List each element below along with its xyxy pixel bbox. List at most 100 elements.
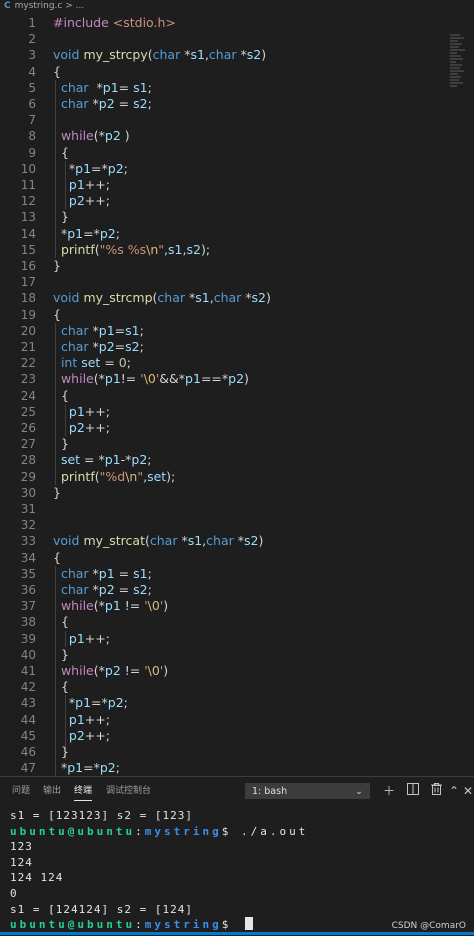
breadcrumb-file[interactable]: mystring.c bbox=[15, 1, 63, 11]
code-line[interactable]: 25 p1++; bbox=[0, 404, 474, 420]
code-line[interactable]: 1 #include <stdio.h> bbox=[0, 15, 474, 31]
panel-tab-bar: 问题 输出 终端 调试控制台 1: bash ⌄ ＋ ⌃ ✕ bbox=[0, 777, 474, 805]
code-text: *p1=*p2; bbox=[53, 695, 128, 711]
code-token: p1 bbox=[75, 160, 92, 176]
code-line[interactable]: 4{ bbox=[0, 64, 474, 80]
code-line[interactable]: 46 } bbox=[0, 744, 474, 760]
code-line[interactable]: 30} bbox=[0, 485, 474, 501]
code-token: p2 bbox=[68, 420, 85, 435]
code-line[interactable]: 32 bbox=[0, 517, 474, 533]
code-token: ) bbox=[258, 533, 264, 549]
minimap[interactable] bbox=[450, 34, 470, 94]
code-line[interactable]: 19 { bbox=[0, 307, 474, 323]
plus-icon[interactable]: ＋ bbox=[381, 783, 397, 799]
code-line[interactable]: 16} bbox=[0, 258, 474, 274]
code-line[interactable]: 36 char *p2 = s2; bbox=[0, 582, 474, 598]
code-line[interactable]: 34 { bbox=[0, 550, 474, 566]
code-token: p2 bbox=[107, 695, 124, 711]
code-text: p1++; bbox=[53, 712, 110, 728]
code-token: (* bbox=[93, 663, 105, 678]
code-token: char bbox=[213, 290, 246, 306]
code-line[interactable]: 42 { bbox=[0, 679, 474, 695]
code-line[interactable]: 7 bbox=[0, 112, 474, 128]
code-line[interactable]: 28 set = *p1-*p2; bbox=[0, 452, 474, 468]
terminal-select[interactable]: 1: bash ⌄ bbox=[245, 783, 370, 799]
tab-terminal[interactable]: 终端 bbox=[74, 777, 93, 805]
line-number: 41 bbox=[20, 664, 36, 678]
code-line[interactable]: 45 p2++; bbox=[0, 728, 474, 744]
code-line[interactable]: 6 char *p2 = s2; bbox=[0, 96, 474, 112]
code-line[interactable]: 20 char *p1=s1; bbox=[0, 323, 474, 339]
code-line[interactable]: 35 char *p1 = s1; bbox=[0, 566, 474, 582]
code-editor[interactable]: 1 #include <stdio.h> 2 3 void my_strcpy(char… bbox=[0, 12, 474, 776]
code-token: s2 bbox=[133, 96, 148, 111]
terminal-output-text: 124 124 bbox=[10, 871, 64, 885]
code-line[interactable]: 9 { bbox=[0, 145, 474, 161]
trash-icon[interactable] bbox=[428, 783, 444, 799]
breadcrumb[interactable]: Cmystring.c > ... bbox=[0, 0, 474, 12]
code-token: ) bbox=[120, 128, 130, 144]
code-token: * bbox=[53, 695, 76, 711]
code-token: p2 bbox=[104, 663, 121, 678]
code-line[interactable]: 24 { bbox=[0, 388, 474, 404]
line-number: 15 bbox=[20, 242, 36, 257]
code-line[interactable]: 22 int set = 0; bbox=[0, 355, 474, 371]
terminal-output-text: s1 = [124124] s2 = [124] bbox=[10, 902, 193, 916]
code-line[interactable]: 2 bbox=[0, 31, 474, 47]
code-line[interactable]: 3 void my_strcpy(char *s1,char *s2) bbox=[0, 47, 474, 63]
code-line[interactable]: 44 p1++; bbox=[0, 712, 474, 728]
code-token: { bbox=[53, 549, 61, 565]
code-token: char bbox=[208, 47, 241, 63]
breadcrumb-more[interactable]: ... bbox=[76, 1, 85, 11]
code-line[interactable]: 15 printf("%s %s\n",s1,s2); bbox=[0, 242, 474, 258]
code-line[interactable]: 23 while(*p1!= '\0'&&*p1==*p2) bbox=[0, 371, 474, 387]
code-line[interactable]: 38 { bbox=[0, 614, 474, 630]
code-line[interactable]: 47 *p1=*p2; bbox=[0, 760, 474, 776]
code-token: p1 bbox=[98, 322, 115, 338]
code-line[interactable]: 5 char *p1= s1; bbox=[0, 80, 474, 96]
line-number: 6 bbox=[28, 97, 36, 111]
terminal[interactable]: s1 = [123123] s2 = [123] ubuntu@ubuntu:my… bbox=[0, 808, 474, 935]
prompt-symbol: $ bbox=[221, 918, 232, 932]
code-line[interactable]: 41 while(*p2 != '\0') bbox=[0, 663, 474, 679]
line-number: 47 bbox=[20, 761, 36, 776]
code-line[interactable]: 29 printf("%d\n",set); bbox=[0, 469, 474, 485]
code-line[interactable]: 39 p1++; bbox=[0, 631, 474, 647]
code-line[interactable]: 43 *p1=*p2; bbox=[0, 695, 474, 711]
code-text: *p1=*p2; bbox=[53, 161, 128, 177]
code-line[interactable]: 37 while(*p1 != '\0') bbox=[0, 598, 474, 614]
code-token: ; bbox=[147, 582, 152, 597]
code-line[interactable]: 31 bbox=[0, 501, 474, 517]
code-token: p2 bbox=[98, 582, 115, 597]
code-token: my_strcmp bbox=[83, 290, 153, 306]
code-text: char *p1 = s1; bbox=[53, 566, 152, 582]
code-line[interactable]: 11 p1++; bbox=[0, 177, 474, 193]
code-text: p2++; bbox=[53, 420, 110, 436]
tab-debug-console[interactable]: 调试控制台 bbox=[106, 777, 151, 805]
tab-problems[interactable]: 问题 bbox=[12, 777, 30, 805]
code-line[interactable]: 40 } bbox=[0, 647, 474, 663]
code-token: char bbox=[206, 533, 238, 549]
code-token: } bbox=[53, 744, 69, 759]
code-token: (* bbox=[93, 128, 105, 144]
code-line[interactable]: 18 void my_strcmp(char *s1,char *s2) bbox=[0, 290, 474, 306]
code-line[interactable]: 10 *p1=*p2; bbox=[0, 161, 474, 177]
split-icon[interactable] bbox=[405, 783, 421, 799]
code-line[interactable]: 27 } bbox=[0, 436, 474, 452]
code-line[interactable]: 33 void my_strcat(char *s1,char *s2) bbox=[0, 533, 474, 549]
tab-output[interactable]: 输出 bbox=[43, 777, 61, 805]
code-token: p2 bbox=[107, 160, 124, 176]
code-line[interactable]: 8 while(*p2 ) bbox=[0, 128, 474, 144]
code-line[interactable]: 21 char *p2=s2; bbox=[0, 339, 474, 355]
code-token: ++; bbox=[84, 711, 110, 727]
code-line[interactable]: 12 p2++; bbox=[0, 193, 474, 209]
code-token: while bbox=[60, 128, 94, 144]
code-token: \0 bbox=[147, 663, 160, 678]
code-line[interactable]: 13 } bbox=[0, 209, 474, 225]
code-line[interactable]: 14 *p1=*p2; bbox=[0, 226, 474, 242]
code-line[interactable]: 26 p2++; bbox=[0, 420, 474, 436]
code-line[interactable]: 17 bbox=[0, 274, 474, 290]
close-icon[interactable]: ✕ bbox=[460, 783, 474, 799]
code-token: char bbox=[60, 322, 93, 338]
